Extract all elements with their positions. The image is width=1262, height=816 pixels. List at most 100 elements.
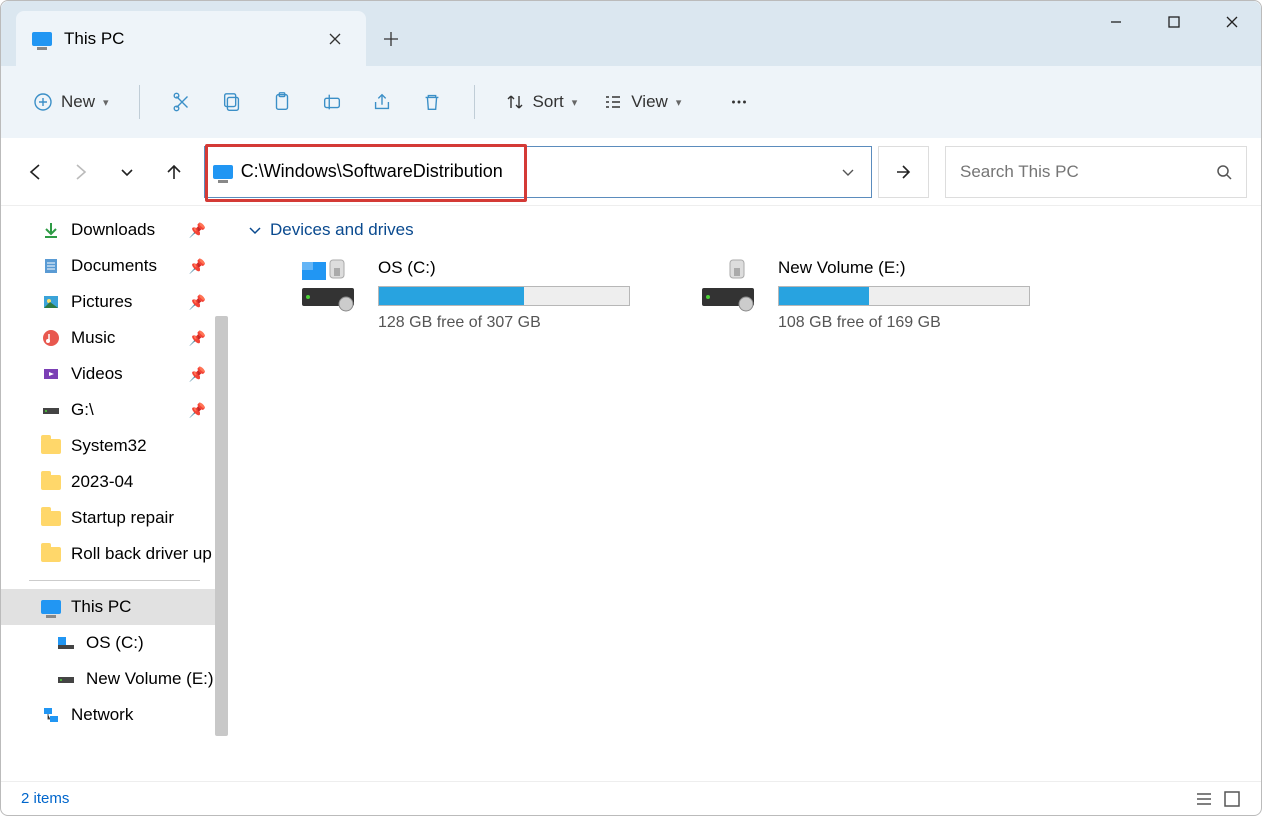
drive-os-c[interactable]: OS (C:) 128 GB free of 307 GB xyxy=(298,258,638,332)
new-button[interactable]: New ▾ xyxy=(23,80,119,124)
drive-free-text: 108 GB free of 169 GB xyxy=(778,314,1038,332)
section-devices-drives[interactable]: Devices and drives xyxy=(248,220,1241,240)
sidebar-item-startup-repair[interactable]: Startup repair xyxy=(1,500,228,536)
paste-button[interactable] xyxy=(260,80,304,124)
monitor-icon xyxy=(213,165,233,179)
search-box[interactable] xyxy=(945,146,1247,198)
tiles-view-button[interactable] xyxy=(1223,790,1241,808)
back-button[interactable] xyxy=(15,150,55,194)
download-icon xyxy=(41,220,61,240)
sidebar-item-system32[interactable]: System32 xyxy=(1,428,228,464)
tab-title: This PC xyxy=(64,29,308,49)
pin-icon: 📌 xyxy=(189,258,206,275)
minimize-button[interactable] xyxy=(1087,1,1145,43)
chevron-down-icon: ▾ xyxy=(676,96,682,109)
section-title: Devices and drives xyxy=(270,220,414,240)
drive-icon xyxy=(41,402,61,418)
drive-fill xyxy=(379,287,524,305)
sidebar-item-pictures[interactable]: Pictures📌 xyxy=(1,284,228,320)
sort-label: Sort xyxy=(533,92,564,112)
sidebar-item-roll-back[interactable]: Roll back driver up xyxy=(1,536,228,572)
new-tab-button[interactable] xyxy=(366,11,416,66)
drive-usage-bar xyxy=(378,286,630,306)
document-icon xyxy=(41,256,61,276)
sidebar-item-this-pc[interactable]: This PC xyxy=(1,589,228,625)
folder-icon xyxy=(41,511,61,526)
content-pane: Devices and drives OS (C:) 128 GB free o… xyxy=(228,206,1261,781)
navbar xyxy=(1,138,1261,206)
folder-icon xyxy=(41,475,61,490)
sidebar-label: Roll back driver up xyxy=(71,544,212,564)
sidebar-label: G:\ xyxy=(71,400,94,420)
titlebar: This PC xyxy=(1,1,1261,66)
sidebar-item-network[interactable]: Network xyxy=(1,697,228,733)
monitor-icon xyxy=(32,32,52,46)
forward-button[interactable] xyxy=(61,150,101,194)
separator xyxy=(139,85,140,119)
address-input[interactable] xyxy=(241,161,825,182)
drive-name: New Volume (E:) xyxy=(778,258,1038,278)
sort-button[interactable]: Sort ▾ xyxy=(495,80,588,124)
share-button[interactable] xyxy=(360,80,404,124)
sidebar-item-videos[interactable]: Videos📌 xyxy=(1,356,228,392)
chevron-down-icon: ▾ xyxy=(103,96,109,109)
folder-icon xyxy=(41,547,61,562)
folder-icon xyxy=(41,439,61,454)
tab-this-pc[interactable]: This PC xyxy=(16,11,366,66)
sidebar-item-2023-04[interactable]: 2023-04 xyxy=(1,464,228,500)
monitor-icon xyxy=(41,600,61,614)
sidebar-item-g-drive[interactable]: G:\ 📌 xyxy=(1,392,228,428)
pin-icon: 📌 xyxy=(189,402,206,419)
pin-icon: 📌 xyxy=(189,222,206,239)
sidebar-item-downloads[interactable]: Downloads 📌 xyxy=(1,212,228,248)
drive-new-volume[interactable]: New Volume (E:) 108 GB free of 169 GB xyxy=(698,258,1038,332)
tab-close-button[interactable] xyxy=(320,24,350,54)
drive-usage-bar xyxy=(778,286,1030,306)
pictures-icon xyxy=(41,292,61,312)
delete-button[interactable] xyxy=(410,80,454,124)
sidebar-label: Downloads xyxy=(71,220,155,240)
sidebar-item-new-volume[interactable]: New Volume (E:) xyxy=(1,661,228,697)
recent-locations-button[interactable] xyxy=(107,150,147,194)
sidebar: Downloads📌 Documents📌 Pictures📌 Music📌 V… xyxy=(1,206,228,781)
maximize-button[interactable] xyxy=(1145,1,1203,43)
item-count: 2 items xyxy=(21,790,69,807)
sidebar-label: 2023-04 xyxy=(71,472,133,492)
address-history-button[interactable] xyxy=(833,165,863,179)
sidebar-label: Videos xyxy=(71,364,123,384)
address-bar[interactable] xyxy=(204,146,872,198)
sidebar-item-music[interactable]: Music📌 xyxy=(1,320,228,356)
sidebar-label: New Volume (E:) xyxy=(86,669,214,689)
sidebar-item-os-c[interactable]: OS (C:) xyxy=(1,625,228,661)
view-button[interactable]: View ▾ xyxy=(593,80,691,124)
drive-icon xyxy=(298,258,362,312)
music-icon xyxy=(41,328,61,348)
sidebar-label: This PC xyxy=(71,597,131,617)
view-label: View xyxy=(631,92,668,112)
separator xyxy=(474,85,475,119)
cut-button[interactable] xyxy=(160,80,204,124)
separator xyxy=(29,580,200,581)
drive-fill xyxy=(779,287,869,305)
sidebar-label: OS (C:) xyxy=(86,633,144,653)
more-button[interactable] xyxy=(717,80,761,124)
details-view-button[interactable] xyxy=(1195,790,1213,808)
sidebar-item-documents[interactable]: Documents📌 xyxy=(1,248,228,284)
search-input[interactable] xyxy=(960,162,1216,182)
rename-button[interactable] xyxy=(310,80,354,124)
sidebar-label: Music xyxy=(71,328,115,348)
drive-name: OS (C:) xyxy=(378,258,638,278)
close-button[interactable] xyxy=(1203,1,1261,43)
sidebar-label: Startup repair xyxy=(71,508,174,528)
scrollbar[interactable] xyxy=(215,316,228,736)
drive-icon xyxy=(56,635,76,651)
up-button[interactable] xyxy=(154,150,194,194)
chevron-down-icon: ▾ xyxy=(572,96,578,109)
copy-button[interactable] xyxy=(210,80,254,124)
chevron-down-icon xyxy=(248,223,262,237)
go-button[interactable] xyxy=(878,146,929,198)
pin-icon: 📌 xyxy=(189,294,206,311)
sidebar-label: Network xyxy=(71,705,133,725)
drive-icon xyxy=(56,671,76,687)
sidebar-label: System32 xyxy=(71,436,147,456)
